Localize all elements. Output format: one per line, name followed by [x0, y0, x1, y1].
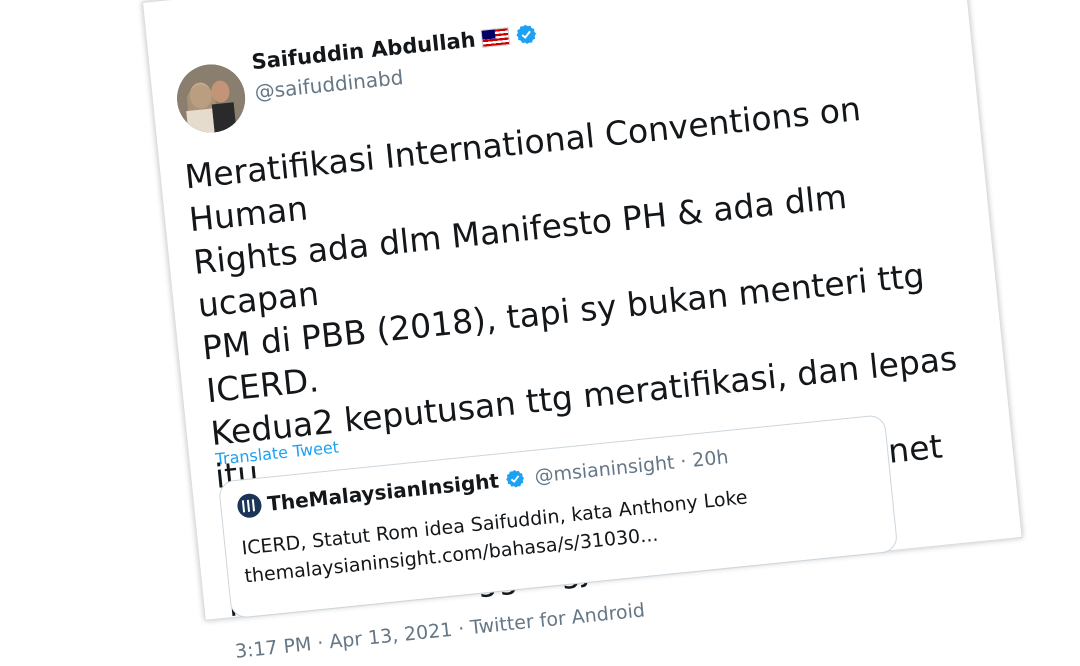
malaysia-flag-icon	[480, 27, 511, 48]
avatar-photo	[173, 61, 249, 136]
tweet-time[interactable]: 3:17 PM	[234, 633, 312, 663]
publisher-logo-icon	[236, 492, 263, 519]
tweet-client[interactable]: Twitter for Android	[469, 599, 646, 639]
quoted-handle-time: @msianinsight · 20h	[533, 446, 730, 488]
verified-badge-icon	[516, 24, 537, 44]
tweet-card: Saifuddin Abdullah @saifuddinabd Meratif…	[142, 0, 1023, 663]
author-block: Saifuddin Abdullah @saifuddinabd	[250, 21, 541, 104]
quoted-author-name: TheMalaysianInsight	[266, 468, 501, 516]
verified-badge-icon	[505, 470, 524, 488]
tweet-date[interactable]: Apr 13, 2021	[328, 619, 453, 653]
avatar[interactable]	[173, 61, 249, 136]
